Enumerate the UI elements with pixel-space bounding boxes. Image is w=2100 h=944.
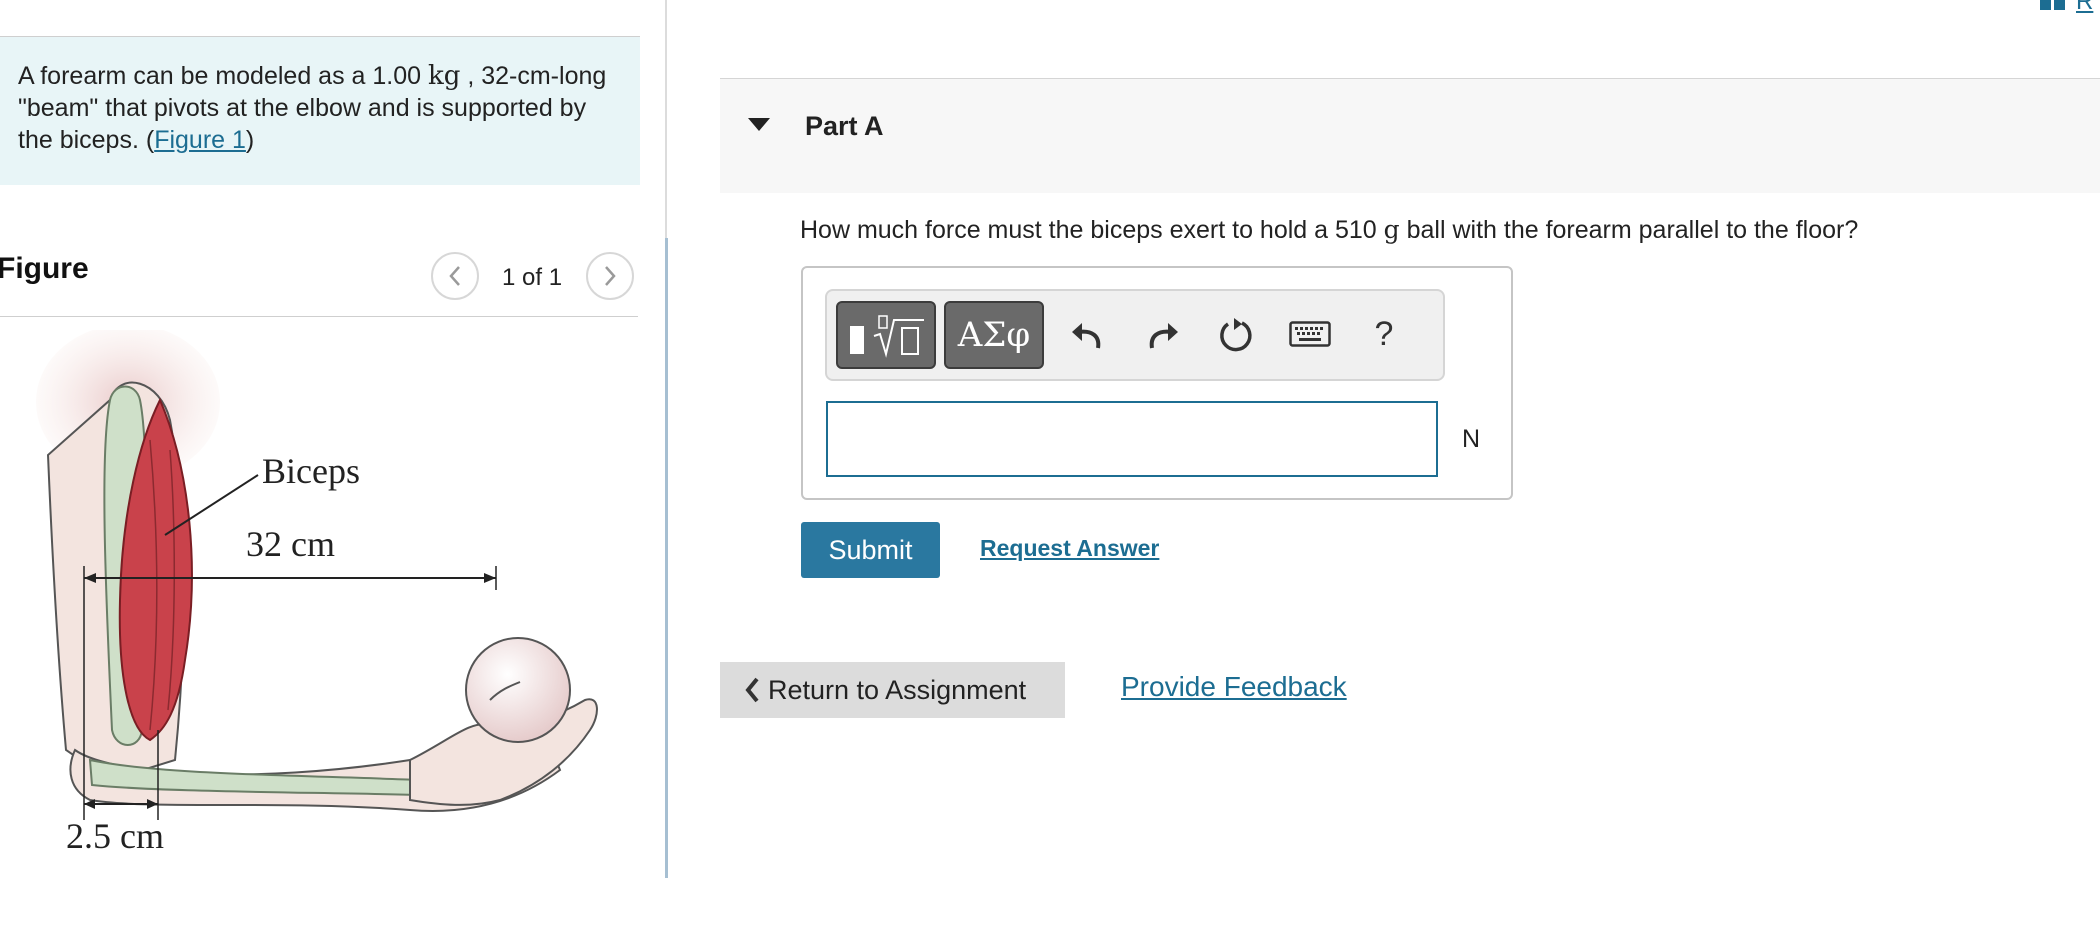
elbow-offset-label: 2.5 cm [66,816,164,856]
forearm-figure: Biceps 32 cm 2.5 cm [36,330,598,856]
question-text: How much force must the biceps exert to … [800,215,1858,245]
part-a-header[interactable] [720,78,2100,193]
chevron-left-icon [449,266,460,286]
request-answer-link[interactable]: Request Answer [980,535,1159,562]
part-title: Part A [805,111,884,141]
provide-feedback-link[interactable]: Provide Feedback [1121,671,1347,703]
answer-input[interactable] [826,401,1438,477]
help-button[interactable]: ? [1362,312,1406,356]
keyboard-icon[interactable] [1288,312,1332,356]
figure-divider [0,316,638,317]
ball-mass-unit: g [1383,215,1400,244]
symbols-button[interactable]: ΑΣφ [944,301,1044,369]
collapse-caret-icon[interactable] [748,118,770,131]
next-figure-button[interactable] [586,252,634,300]
figure-heading: Figure [0,252,89,285]
problem-text-start: A forearm can be modeled as a 1.00 [18,62,428,90]
forearm-length-label: 32 cm [246,524,335,564]
problem-statement: A forearm can be modeled as a 1.00 kg , … [18,60,618,156]
mass-unit: kg [427,61,461,91]
undo-icon[interactable] [1065,312,1109,356]
question-text-start: How much force must the biceps exert to … [800,216,1384,244]
book-icon [2040,0,2065,10]
redo-icon[interactable] [1141,312,1185,356]
templates-button[interactable] [836,301,936,369]
chevron-left-icon [744,677,760,703]
question-text-end: ball with the forearm parallel to the fl… [1399,216,1859,244]
previous-figure-button[interactable] [431,252,479,300]
reset-icon[interactable] [1214,312,1258,356]
problem-text-end: ) [245,126,255,154]
chevron-right-icon [605,266,616,286]
submit-button[interactable]: Submit [801,522,940,578]
return-label: Return to Assignment [768,674,1027,705]
resources-link[interactable]: R [2076,0,2093,16]
ball [465,637,571,743]
figure-counter: 1 of 1 [502,264,563,291]
biceps-label: Biceps [262,451,360,491]
figure-link[interactable]: Figure 1 [154,126,246,154]
splitter-scroll-indicator[interactable] [665,238,668,878]
return-to-assignment-button[interactable]: Return to Assignment [720,662,1065,718]
templates-icon [850,315,924,358]
answer-unit: N [1462,425,1481,453]
